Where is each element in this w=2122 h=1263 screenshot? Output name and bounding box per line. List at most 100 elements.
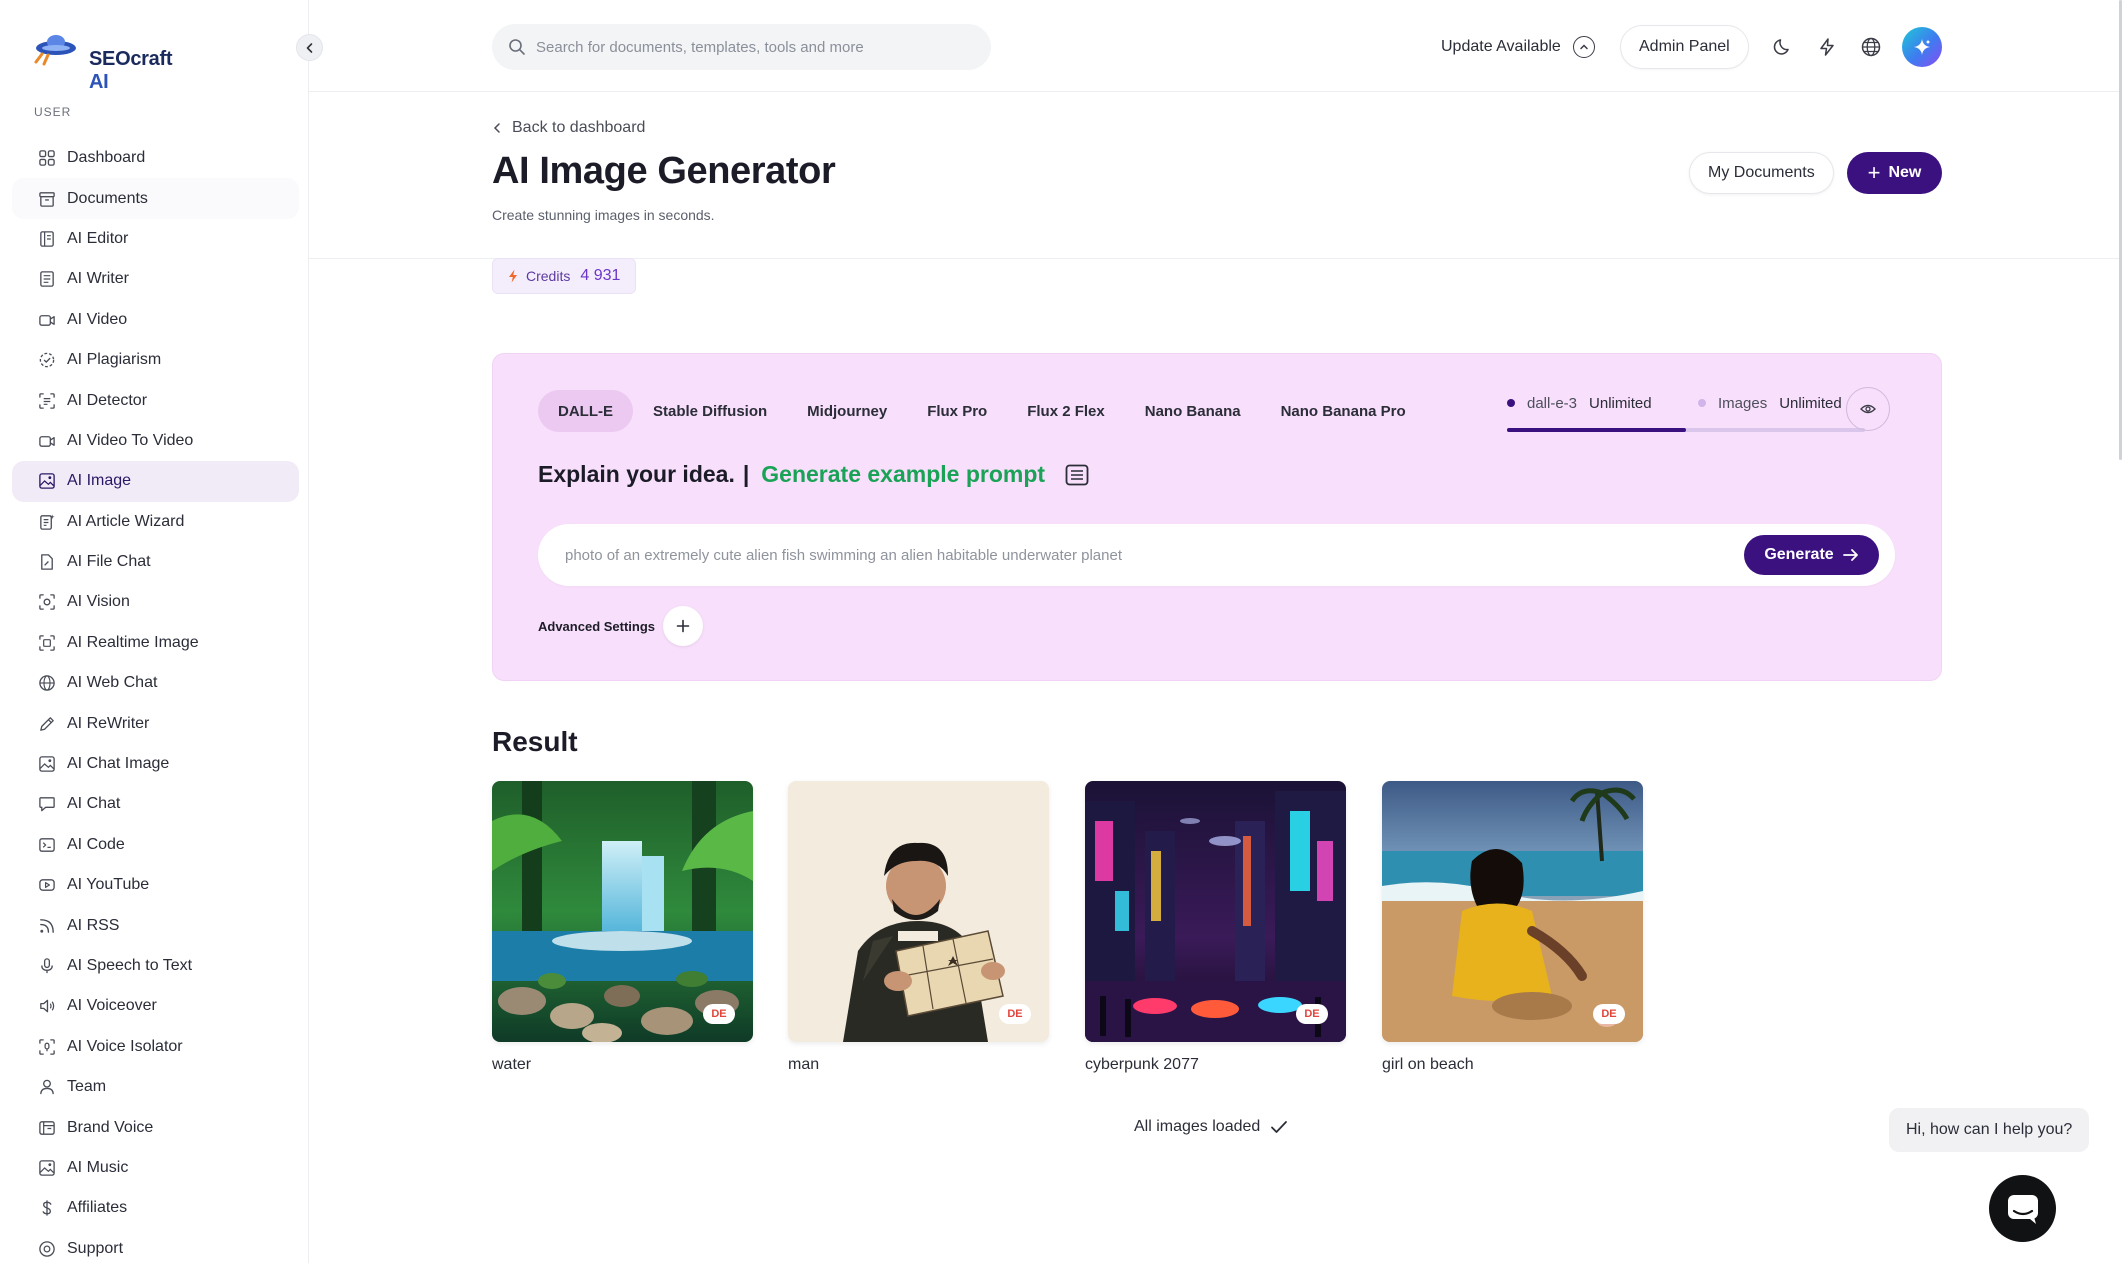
user-avatar[interactable]	[1902, 27, 1942, 67]
brand-logo[interactable]: SEOcraft AI	[34, 28, 174, 93]
sidebar-item-ai-chat-image[interactable]: AI Chat Image	[12, 744, 299, 784]
my-documents-button[interactable]: My Documents	[1689, 152, 1834, 194]
sidebar-item-label: AI Speech to Text	[67, 957, 193, 974]
sidebar-item-label: AI Editor	[67, 229, 129, 247]
sidebar-item-affiliates[interactable]: Affiliates	[12, 1188, 299, 1228]
sidebar-item-documents[interactable]: Documents	[12, 178, 299, 219]
toggle-visibility-button[interactable]	[1846, 387, 1890, 431]
section-label-user: USER	[34, 105, 72, 119]
admin-panel-button[interactable]: Admin Panel	[1620, 25, 1749, 69]
sidebar-item-label: AI YouTube	[67, 876, 150, 894]
sidebar-item-ai-rewriter[interactable]: AI ReWriter	[12, 703, 299, 743]
usage-value: Unlimited	[1779, 394, 1842, 412]
prompt-field[interactable]: Generate	[538, 524, 1895, 586]
sidebar-item-ai-video-to-video[interactable]: AI Video To Video	[12, 421, 299, 461]
sidebar-item-label: AI Web Chat	[67, 674, 158, 692]
result-image[interactable]: DE	[492, 781, 753, 1042]
girl-on-beach-image	[1382, 781, 1643, 1042]
tab-nano-banana[interactable]: Nano Banana	[1125, 390, 1261, 432]
prompt-input[interactable]	[565, 546, 1715, 564]
tab-stable-diffusion[interactable]: Stable Diffusion	[633, 390, 787, 432]
sidebar-item-label: AI Chat	[67, 795, 121, 813]
advanced-settings-toggle[interactable]	[663, 606, 704, 646]
sidebar-item-ai-writer[interactable]: AI Writer	[12, 259, 299, 299]
sidebar-item-ai-voiceover[interactable]: AI Voiceover	[12, 986, 299, 1026]
result-card-water[interactable]: DE water	[492, 781, 753, 1074]
wizard-icon	[37, 512, 57, 532]
sidebar-item-ai-voice-isolator[interactable]: AI Voice Isolator	[12, 1027, 299, 1067]
result-card-man[interactable]: DE man	[788, 781, 1049, 1074]
result-badge: DE	[703, 1004, 735, 1024]
document-icon	[37, 269, 57, 289]
sidebar-item-brand-voice[interactable]: Brand Voice	[12, 1107, 299, 1147]
tab-midjourney[interactable]: Midjourney	[787, 390, 907, 432]
collapse-sidebar-button[interactable]	[296, 34, 323, 61]
video-icon	[37, 431, 57, 451]
sidebar-item-ai-image[interactable]: AI Image	[12, 461, 299, 502]
sidebar-item-team[interactable]: Team	[12, 1067, 299, 1107]
new-button[interactable]: + New	[1847, 152, 1942, 194]
sidebar-item-support[interactable]: Support	[12, 1229, 299, 1263]
sidebar-item-ai-vision[interactable]: AI Vision	[12, 582, 299, 622]
sidebar-item-ai-realtime-image[interactable]: AI Realtime Image	[12, 623, 299, 663]
tab-dall-e[interactable]: DALL-E	[538, 390, 633, 432]
result-image[interactable]: DE	[1085, 781, 1346, 1042]
sidebar-item-label: Team	[67, 1078, 107, 1096]
dollar-icon	[37, 1198, 57, 1218]
sidebar-item-ai-detector[interactable]: AI Detector	[12, 380, 299, 420]
sidebar-item-label: AI Video To Video	[67, 431, 194, 449]
search-icon	[509, 39, 525, 55]
credits-label: Credits	[526, 268, 571, 284]
update-available-button[interactable]: Update Available	[1441, 24, 1595, 70]
sidebar-item-ai-speech-to-text[interactable]: AI Speech to Text	[12, 946, 299, 986]
sidebar-item-dashboard[interactable]: Dashboard	[12, 138, 299, 178]
result-card-cyberpunk-2077[interactable]: DE cyberpunk 2077	[1085, 781, 1346, 1074]
back-to-dashboard-link[interactable]: Back to dashboard	[492, 119, 645, 137]
sidebar-item-ai-chat[interactable]: AI Chat	[12, 784, 299, 824]
result-badge: DE	[999, 1004, 1031, 1024]
sidebar-item-ai-youtube[interactable]: AI YouTube	[12, 865, 299, 905]
tab-flux-2-flex[interactable]: Flux 2 Flex	[1007, 390, 1125, 432]
sidebar-item-ai-music[interactable]: AI Music	[12, 1148, 299, 1188]
dark-mode-toggle[interactable]	[1770, 34, 1796, 60]
generate-button[interactable]: Generate	[1744, 535, 1879, 575]
credits-badge: Credits 4 931	[492, 258, 637, 294]
prompt-library-button[interactable]	[1065, 464, 1089, 486]
result-image[interactable]: DE	[1382, 781, 1643, 1042]
terminal-icon	[37, 835, 57, 855]
sidebar-item-ai-editor[interactable]: AI Editor	[12, 219, 299, 259]
quick-actions-button[interactable]	[1814, 34, 1840, 60]
usage-fill-dall-e-3	[1507, 428, 1686, 432]
back-label: Back to dashboard	[512, 119, 646, 136]
sidebar-item-ai-plagiarism[interactable]: AI Plagiarism	[12, 340, 299, 380]
sidebar-item-ai-article-wizard[interactable]: AI Article Wizard	[12, 502, 299, 542]
chat-greeting[interactable]: Hi, how can I help you?	[1889, 1108, 2090, 1152]
sidebar-item-label: AI Writer	[67, 270, 129, 288]
sidebar-item-ai-file-chat[interactable]: AI File Chat	[12, 542, 299, 582]
usage-value: Unlimited	[1589, 394, 1652, 412]
explain-row: Explain your idea. | Generate example pr…	[538, 461, 1089, 488]
search-box[interactable]	[492, 24, 991, 70]
chat-launcher-button[interactable]	[1989, 1175, 2056, 1242]
tab-flux-pro[interactable]: Flux Pro	[907, 390, 1007, 432]
language-button[interactable]	[1858, 34, 1884, 60]
sidebar-item-ai-video[interactable]: AI Video	[12, 300, 299, 340]
generator-panel: DALL-E Stable Diffusion Midjourney Flux Pro…	[492, 353, 1942, 681]
result-card-girl-on-beach[interactable]: DE girl on beach	[1382, 781, 1643, 1074]
search-input[interactable]	[536, 38, 976, 56]
eye-icon	[1860, 404, 1876, 414]
cyberpunk-city-image	[1085, 781, 1346, 1042]
tab-nano-banana-pro[interactable]: Nano Banana Pro	[1261, 390, 1426, 432]
dashed-check-icon	[37, 350, 57, 370]
sidebar-item-ai-code[interactable]: AI Code	[12, 825, 299, 865]
video-icon	[37, 310, 57, 330]
support-icon	[37, 1239, 57, 1259]
generate-example-prompt-link[interactable]: Generate example prompt	[761, 461, 1045, 488]
sidebar-item-ai-web-chat[interactable]: AI Web Chat	[12, 663, 299, 703]
sidebar-item-label: AI Voiceover	[67, 997, 157, 1015]
sidebar-item-label: Dashboard	[67, 149, 146, 167]
update-available-label: Update Available	[1441, 38, 1561, 55]
result-image[interactable]: DE	[788, 781, 1049, 1042]
sidebar-item-ai-rss[interactable]: AI RSS	[12, 905, 299, 945]
usage-track	[1507, 428, 1865, 432]
